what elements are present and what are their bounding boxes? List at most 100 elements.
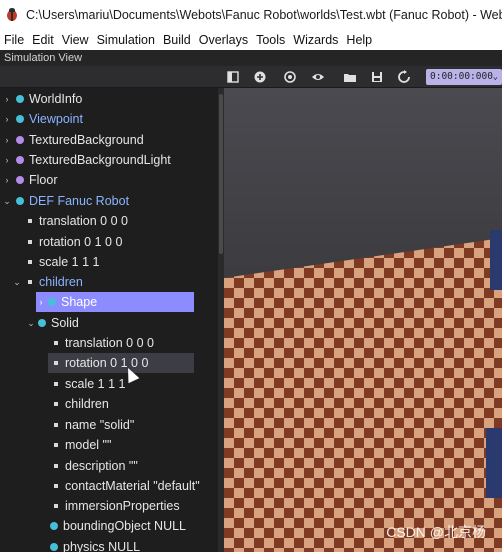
simulation-time: 0:00:00:000 bbox=[430, 71, 493, 82]
field-icon bbox=[54, 341, 58, 345]
expand-arrow-icon[interactable]: › bbox=[2, 114, 12, 124]
expand-arrow-icon[interactable]: › bbox=[2, 135, 12, 145]
node-icon bbox=[50, 543, 58, 551]
collapse-arrow-icon[interactable]: ⌄ bbox=[12, 277, 22, 288]
tree-field-scale[interactable]: scale 1 1 1 bbox=[22, 252, 99, 272]
node-icon bbox=[38, 319, 46, 327]
field-icon bbox=[54, 464, 58, 468]
tree-node-floor[interactable]: › Floor bbox=[2, 170, 58, 190]
field-label: physics NULL bbox=[63, 540, 141, 552]
tree-node-shape[interactable]: › Shape bbox=[36, 292, 194, 312]
tree-field-solid-translation[interactable]: translation 0 0 0 bbox=[48, 333, 154, 353]
field-label: boundingObject NULL bbox=[63, 519, 186, 533]
menu-tools[interactable]: Tools bbox=[252, 33, 289, 47]
tree-field-solid-description[interactable]: description "" bbox=[48, 456, 138, 476]
expand-arrow-icon[interactable]: › bbox=[2, 175, 12, 185]
field-label: model "" bbox=[65, 438, 112, 452]
node-label: WorldInfo bbox=[29, 92, 83, 106]
node-label: TexturedBackgroundLight bbox=[29, 153, 171, 167]
field-label: children bbox=[39, 275, 83, 289]
field-icon bbox=[54, 361, 58, 365]
field-label: scale 1 1 1 bbox=[65, 377, 126, 391]
node-icon bbox=[16, 197, 24, 205]
node-icon bbox=[48, 298, 56, 306]
node-label: Solid bbox=[51, 316, 79, 330]
tree-field-translation[interactable]: translation 0 0 0 bbox=[22, 211, 128, 231]
scrollbar-thumb[interactable] bbox=[219, 94, 223, 254]
menu-overlays[interactable]: Overlays bbox=[195, 33, 252, 47]
node-label: Floor bbox=[29, 173, 58, 187]
3d-viewport[interactable] bbox=[224, 88, 502, 552]
field-label: description "" bbox=[65, 459, 138, 473]
reset-icon[interactable] bbox=[396, 69, 412, 85]
field-label: rotation 0 1 0 0 bbox=[65, 356, 149, 370]
robot-part bbox=[490, 230, 502, 290]
menu-file[interactable]: File bbox=[0, 33, 28, 47]
field-label: contactMaterial "default" bbox=[65, 479, 200, 493]
checkered-floor bbox=[224, 230, 502, 552]
tree-node-solid[interactable]: ⌄ Solid bbox=[26, 313, 79, 333]
node-label: DEF Fanuc Robot bbox=[29, 194, 130, 208]
field-label: name "solid" bbox=[65, 418, 135, 432]
node-icon bbox=[50, 522, 58, 530]
tree-field-solid-immersion-properties[interactable]: immersionProperties bbox=[48, 496, 180, 516]
field-icon bbox=[54, 423, 58, 427]
field-icon bbox=[28, 280, 32, 284]
field-label: children bbox=[65, 397, 109, 411]
webots-logo-icon bbox=[5, 8, 19, 22]
tree-node-worldinfo[interactable]: › WorldInfo bbox=[2, 89, 83, 109]
menu-simulation[interactable]: Simulation bbox=[93, 33, 159, 47]
node-icon bbox=[16, 115, 24, 123]
tree-field-rotation[interactable]: rotation 0 1 0 0 bbox=[22, 232, 122, 252]
toggle-panel-icon[interactable] bbox=[225, 69, 241, 85]
tree-field-solid-bounding-object[interactable]: boundingObject NULL bbox=[46, 516, 186, 536]
tree-field-solid-scale[interactable]: scale 1 1 1 bbox=[48, 374, 125, 394]
collapse-arrow-icon[interactable]: ⌄ bbox=[2, 196, 12, 207]
tree-field-solid-children[interactable]: children bbox=[48, 394, 109, 414]
scene-tree: › WorldInfo › Viewpoint › TexturedBackgr… bbox=[0, 88, 218, 552]
field-icon bbox=[54, 484, 58, 488]
simulation-time-display[interactable]: 0:00:00:000 ⌄ bbox=[426, 69, 502, 85]
title-bar: C:\Users\mariu\Documents\Webots\Fanuc Ro… bbox=[0, 0, 502, 30]
tree-field-solid-rotation[interactable]: rotation 0 1 0 0 bbox=[48, 353, 194, 373]
field-label: translation 0 0 0 bbox=[39, 214, 128, 228]
tree-field-children[interactable]: ⌄ children bbox=[12, 272, 83, 292]
tree-field-solid-contact-material[interactable]: contactMaterial "default" bbox=[48, 476, 200, 496]
robot-part bbox=[486, 428, 502, 498]
tree-node-viewpoint[interactable]: › Viewpoint bbox=[2, 109, 83, 129]
panel-title: Simulation View bbox=[0, 50, 502, 66]
expand-arrow-icon[interactable]: › bbox=[2, 94, 12, 104]
reload-world-icon[interactable] bbox=[282, 69, 298, 85]
menu-bar: File Edit View Simulation Build Overlays… bbox=[0, 30, 502, 50]
field-icon bbox=[54, 382, 58, 386]
menu-view[interactable]: View bbox=[58, 33, 93, 47]
window-title: C:\Users\mariu\Documents\Webots\Fanuc Ro… bbox=[26, 8, 502, 22]
tree-node-fanuc-robot[interactable]: ⌄ DEF Fanuc Robot bbox=[2, 191, 129, 211]
tree-field-solid-model[interactable]: model "" bbox=[48, 435, 111, 455]
add-node-icon[interactable] bbox=[252, 69, 268, 85]
expand-arrow-icon[interactable]: › bbox=[2, 155, 12, 165]
open-folder-icon[interactable] bbox=[342, 69, 358, 85]
menu-edit[interactable]: Edit bbox=[28, 33, 58, 47]
node-label: Shape bbox=[61, 295, 98, 309]
tree-node-textured-background-light[interactable]: › TexturedBackgroundLight bbox=[2, 150, 171, 170]
collapse-arrow-icon[interactable]: ⌄ bbox=[26, 318, 36, 329]
field-label: translation 0 0 0 bbox=[65, 336, 154, 350]
tree-field-solid-physics[interactable]: physics NULL bbox=[46, 537, 140, 552]
menu-build[interactable]: Build bbox=[159, 33, 195, 47]
watermark: CSDN @北京杨 bbox=[386, 524, 486, 540]
node-label: TexturedBackground bbox=[29, 133, 144, 147]
field-icon bbox=[54, 504, 58, 508]
proto-node-icon bbox=[16, 176, 24, 184]
field-label: scale 1 1 1 bbox=[39, 255, 100, 269]
field-label: rotation 0 1 0 0 bbox=[39, 235, 123, 249]
tree-field-solid-name[interactable]: name "solid" bbox=[48, 415, 134, 435]
tree-node-textured-background[interactable]: › TexturedBackground bbox=[2, 130, 144, 150]
expand-arrow-icon[interactable]: › bbox=[36, 297, 46, 307]
menu-help[interactable]: Help bbox=[342, 33, 376, 47]
save-icon[interactable] bbox=[369, 69, 385, 85]
menu-wizards[interactable]: Wizards bbox=[289, 33, 342, 47]
eye-icon[interactable] bbox=[310, 69, 326, 85]
field-icon bbox=[54, 402, 58, 406]
chevron-down-icon: ⌄ bbox=[492, 72, 498, 82]
